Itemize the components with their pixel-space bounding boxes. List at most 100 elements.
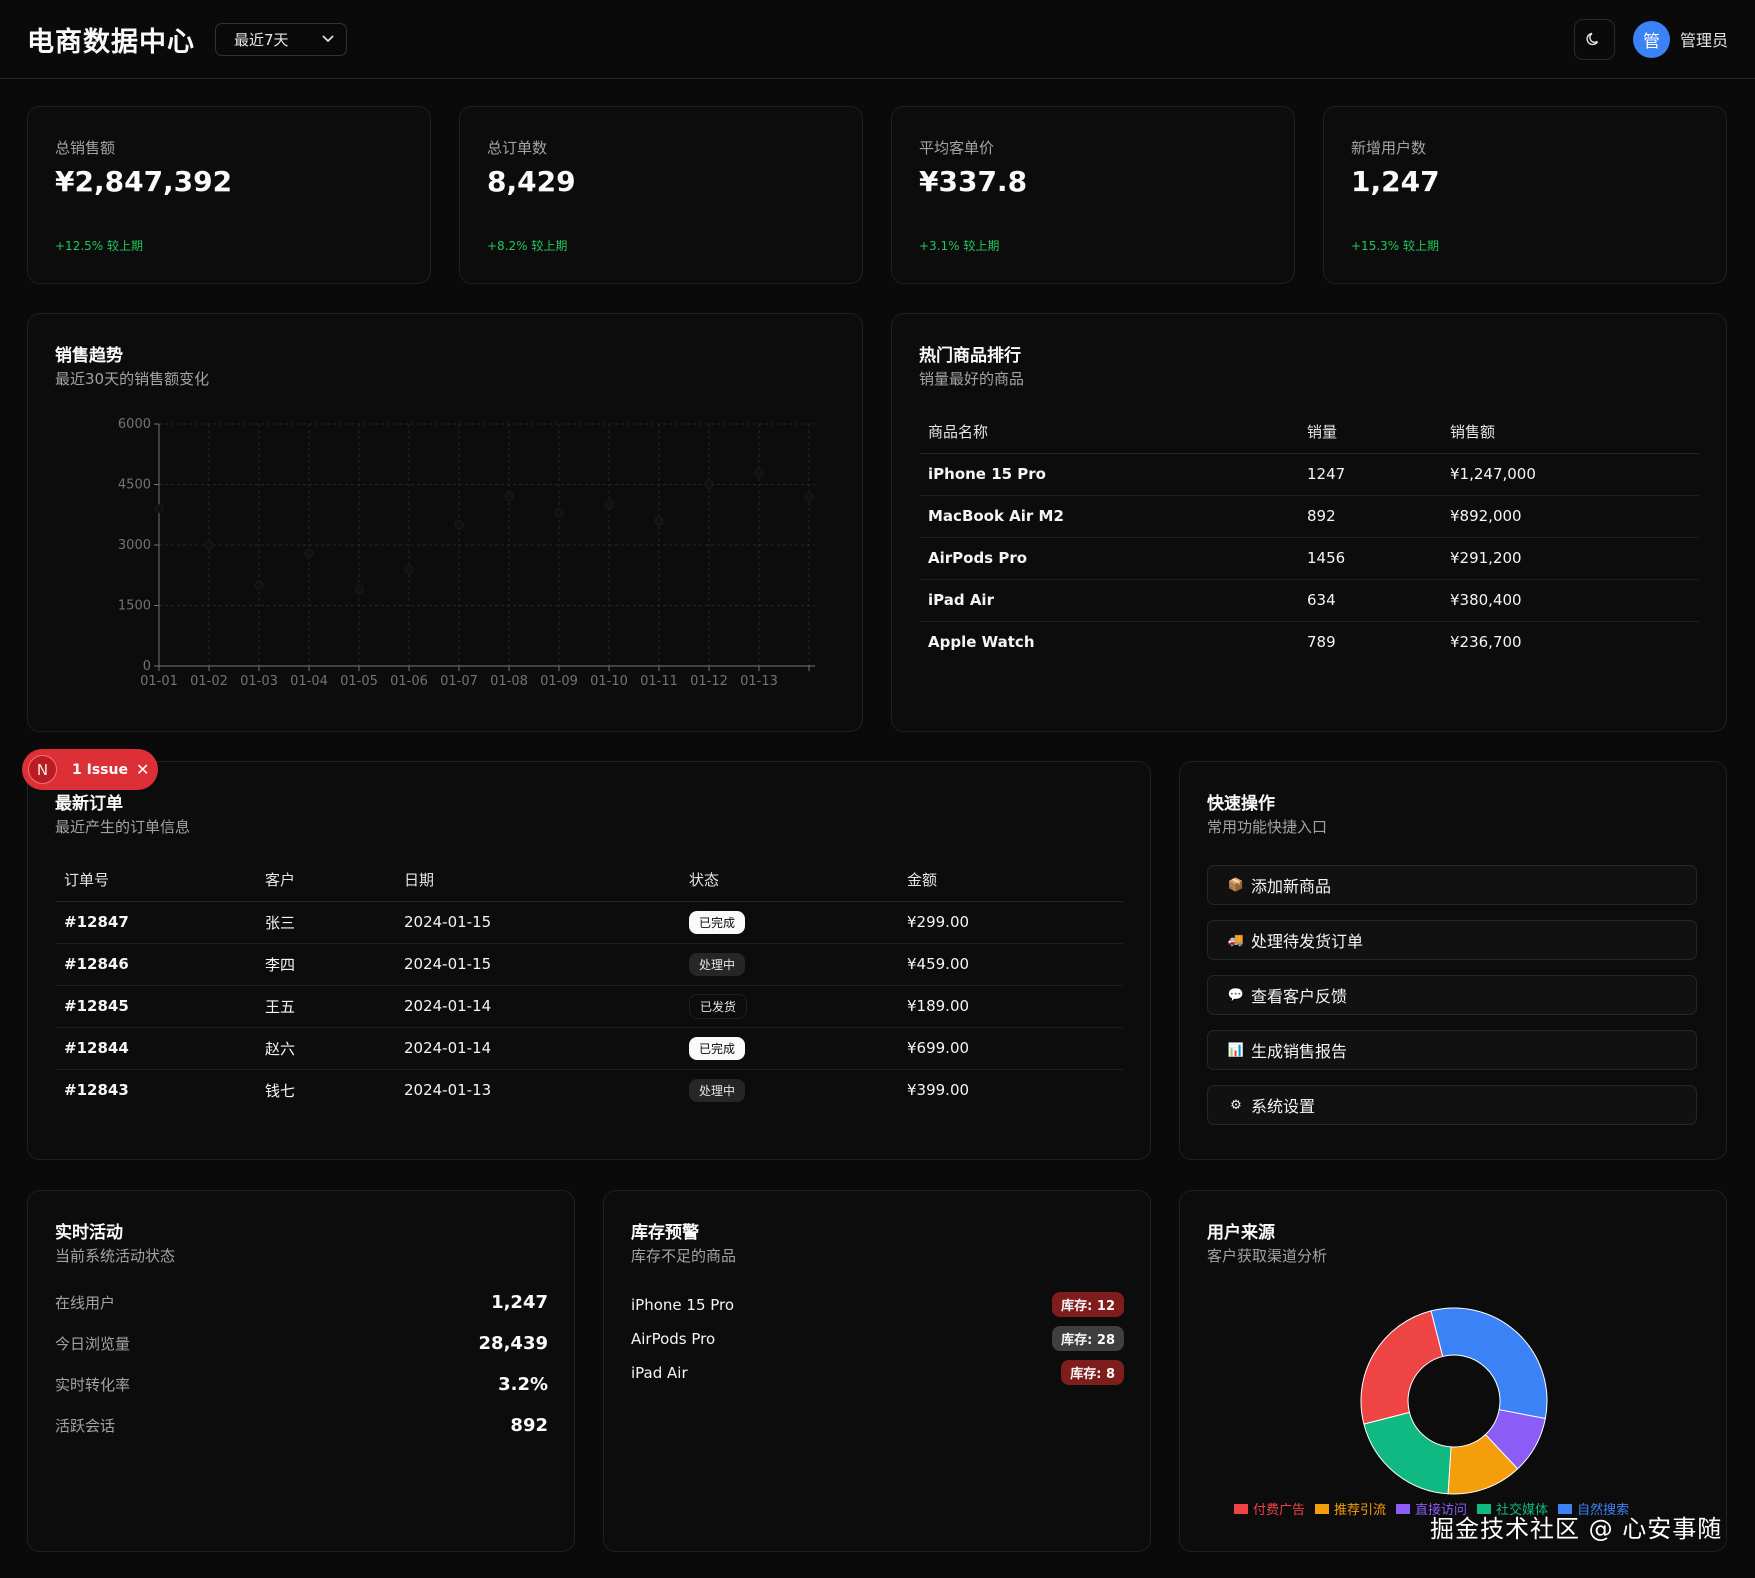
x-tick-label: 01-12 bbox=[690, 674, 728, 689]
donut-slice[interactable] bbox=[1363, 1411, 1452, 1495]
table-row[interactable]: Apple Watch 789 ¥236,700 bbox=[919, 621, 1699, 663]
card-title: 销售趋势 bbox=[55, 346, 123, 366]
x-tick-label: 01-03 bbox=[240, 674, 278, 689]
y-tick-label: 3000 bbox=[118, 538, 151, 553]
data-point[interactable] bbox=[804, 492, 814, 502]
product-name-cell: AirPods Pro bbox=[919, 537, 1298, 580]
inventory-product-name: iPhone 15 Pro bbox=[631, 1295, 735, 1314]
issue-count: 1 Issue bbox=[72, 761, 128, 778]
table-row[interactable]: iPhone 15 Pro 1247 ¥1,247,000 bbox=[919, 453, 1699, 496]
column-header: 销售额 bbox=[1441, 410, 1699, 454]
donut-slice[interactable] bbox=[1430, 1307, 1548, 1420]
quick-action-label: 查看客户反馈 bbox=[1251, 987, 1348, 1006]
status-badge: 处理中 bbox=[689, 952, 746, 976]
close-icon[interactable]: ✕ bbox=[136, 760, 149, 779]
activity-value: 28,439 bbox=[478, 1333, 548, 1354]
status-cell: 已完成 bbox=[680, 1027, 898, 1070]
revenue-cell: ¥291,200 bbox=[1441, 537, 1699, 580]
data-point[interactable] bbox=[504, 492, 514, 502]
legend-item: 付费广告 bbox=[1234, 1499, 1305, 1518]
username[interactable]: 管理员 bbox=[1680, 27, 1728, 51]
sales-count-cell: 1247 bbox=[1298, 453, 1441, 496]
activity-value: 892 bbox=[510, 1415, 548, 1436]
stat-card-avg-order-value: 平均客单价 ¥337.8 +3.1% 较上期 bbox=[891, 106, 1295, 284]
quick-action-button[interactable]: ⚙ 系统设置 bbox=[1207, 1085, 1697, 1125]
data-point[interactable] bbox=[154, 504, 164, 514]
latest-orders-card: 最新订单 最近产生的订单信息 订单号 客户 日期 状态 金额 #12847 张三 2… bbox=[27, 761, 1151, 1160]
stat-value: ¥337.8 bbox=[919, 165, 1028, 198]
card-subtitle: 销量最好的商品 bbox=[919, 370, 1025, 388]
table-row[interactable]: MacBook Air M2 892 ¥892,000 bbox=[919, 495, 1699, 538]
data-point[interactable] bbox=[654, 516, 664, 526]
data-point[interactable] bbox=[554, 508, 564, 518]
data-point[interactable] bbox=[604, 500, 614, 510]
speech-bubble-icon: 💬 bbox=[1227, 987, 1245, 1003]
donut-slice[interactable] bbox=[1360, 1310, 1444, 1425]
inventory-product-name: AirPods Pro bbox=[631, 1329, 716, 1348]
quick-action-button[interactable]: 📦 添加新商品 bbox=[1207, 865, 1697, 905]
top-products-card: 热门商品排行 销量最好的商品 商品名称 销量 销售额 iPhone 15 Pro… bbox=[891, 313, 1727, 732]
avatar[interactable]: 管 bbox=[1632, 20, 1670, 58]
date-cell: 2024-01-14 bbox=[395, 985, 680, 1028]
stat-value: 8,429 bbox=[487, 165, 576, 198]
card-subtitle: 最近产生的订单信息 bbox=[55, 818, 191, 836]
data-point[interactable] bbox=[454, 520, 464, 530]
stat-delta: +3.1% 较上期 bbox=[919, 239, 1000, 253]
table-row[interactable]: #12844 赵六 2024-01-14 已完成 ¥699.00 bbox=[55, 1027, 1123, 1070]
inventory-row[interactable]: iPad Air 库存: 8 bbox=[631, 1360, 1124, 1385]
revenue-cell: ¥1,247,000 bbox=[1441, 453, 1699, 496]
order-id-cell: #12845 bbox=[55, 985, 256, 1028]
inventory-warning-card: 库存预警 库存不足的商品 iPhone 15 Pro 库存: 12 AirPods … bbox=[603, 1190, 1151, 1552]
stat-card-total-sales: 总销售额 ¥2,847,392 +12.5% 较上期 bbox=[27, 106, 431, 284]
quick-action-button[interactable]: 🚚 处理待发货订单 bbox=[1207, 920, 1697, 960]
stat-value: 1,247 bbox=[1351, 165, 1440, 198]
y-tick-label: 6000 bbox=[118, 417, 151, 432]
product-name-cell: MacBook Air M2 bbox=[919, 495, 1298, 538]
x-tick-label: 01-13 bbox=[740, 674, 778, 689]
table-row[interactable]: AirPods Pro 1456 ¥291,200 bbox=[919, 537, 1699, 580]
activity-row: 在线用户 1,247 bbox=[55, 1292, 548, 1313]
inventory-row[interactable]: AirPods Pro 库存: 28 bbox=[631, 1326, 1124, 1351]
orders-table: 订单号 客户 日期 状态 金额 #12847 张三 2024-01-15 已完成 ¥29… bbox=[55, 858, 1123, 1111]
amount-cell: ¥399.00 bbox=[907, 1081, 970, 1100]
status-badge: 处理中 bbox=[689, 1078, 746, 1102]
card-title: 实时活动 bbox=[55, 1223, 123, 1243]
data-point[interactable] bbox=[404, 564, 414, 574]
table-header-row: 商品名称 销量 销售额 bbox=[919, 410, 1699, 454]
table-row[interactable]: #12847 张三 2024-01-15 已完成 ¥299.00 bbox=[55, 901, 1123, 944]
status-badge: 已发货 bbox=[689, 993, 748, 1019]
column-header: 订单号 bbox=[55, 858, 256, 902]
status-cell: 已发货 bbox=[680, 985, 898, 1028]
user-sources-card: 用户来源 客户获取渠道分析 付费广告 推荐引流 直接访问 社交媒体 自然搜索 bbox=[1179, 1190, 1727, 1552]
data-point[interactable] bbox=[354, 584, 364, 594]
data-point[interactable] bbox=[704, 480, 714, 489]
data-point[interactable] bbox=[254, 580, 264, 590]
stat-label: 平均客单价 bbox=[919, 139, 995, 157]
card-subtitle: 客户获取渠道分析 bbox=[1207, 1247, 1328, 1265]
issue-indicator[interactable]: N 1 Issue ✕ bbox=[22, 749, 158, 790]
date-cell: 2024-01-15 bbox=[395, 943, 680, 986]
quick-action-button[interactable]: 💬 查看客户反馈 bbox=[1207, 975, 1697, 1015]
date-cell: 2024-01-15 bbox=[395, 901, 680, 944]
legend-item: 推荐引流 bbox=[1315, 1499, 1386, 1518]
theme-toggle-button[interactable] bbox=[1573, 18, 1615, 60]
date-range-select[interactable]: 最近7天 bbox=[215, 22, 347, 56]
inventory-row[interactable]: iPhone 15 Pro 库存: 12 bbox=[631, 1292, 1124, 1317]
product-name-cell: iPhone 15 Pro bbox=[919, 453, 1298, 496]
table-row[interactable]: #12845 王五 2024-01-14 已发货 ¥189.00 bbox=[55, 985, 1123, 1028]
chevron-down-icon bbox=[322, 32, 334, 46]
amount-cell: ¥459.00 bbox=[898, 943, 1123, 986]
data-point[interactable] bbox=[304, 548, 314, 558]
column-header: 日期 bbox=[395, 858, 680, 902]
table-row[interactable]: #12843 钱七 2024-01-13 处理中 ¥399.00 bbox=[55, 1069, 1123, 1111]
table-row[interactable]: iPad Air 634 ¥380,400 bbox=[919, 579, 1699, 622]
customer-cell: 李四 bbox=[256, 943, 395, 986]
data-point[interactable] bbox=[204, 540, 214, 550]
table-row[interactable]: #12846 李四 2024-01-15 处理中 ¥459.00 bbox=[55, 943, 1123, 986]
data-point[interactable] bbox=[754, 467, 764, 477]
legend-label: 付费广告 bbox=[1253, 1503, 1306, 1518]
quick-action-button[interactable]: 📊 生成销售报告 bbox=[1207, 1030, 1697, 1070]
sales-count-cell: 892 bbox=[1298, 495, 1441, 538]
stat-card-new-users: 新增用户数 1,247 +15.3% 较上期 bbox=[1323, 106, 1727, 284]
issue-avatar: N bbox=[28, 755, 57, 784]
